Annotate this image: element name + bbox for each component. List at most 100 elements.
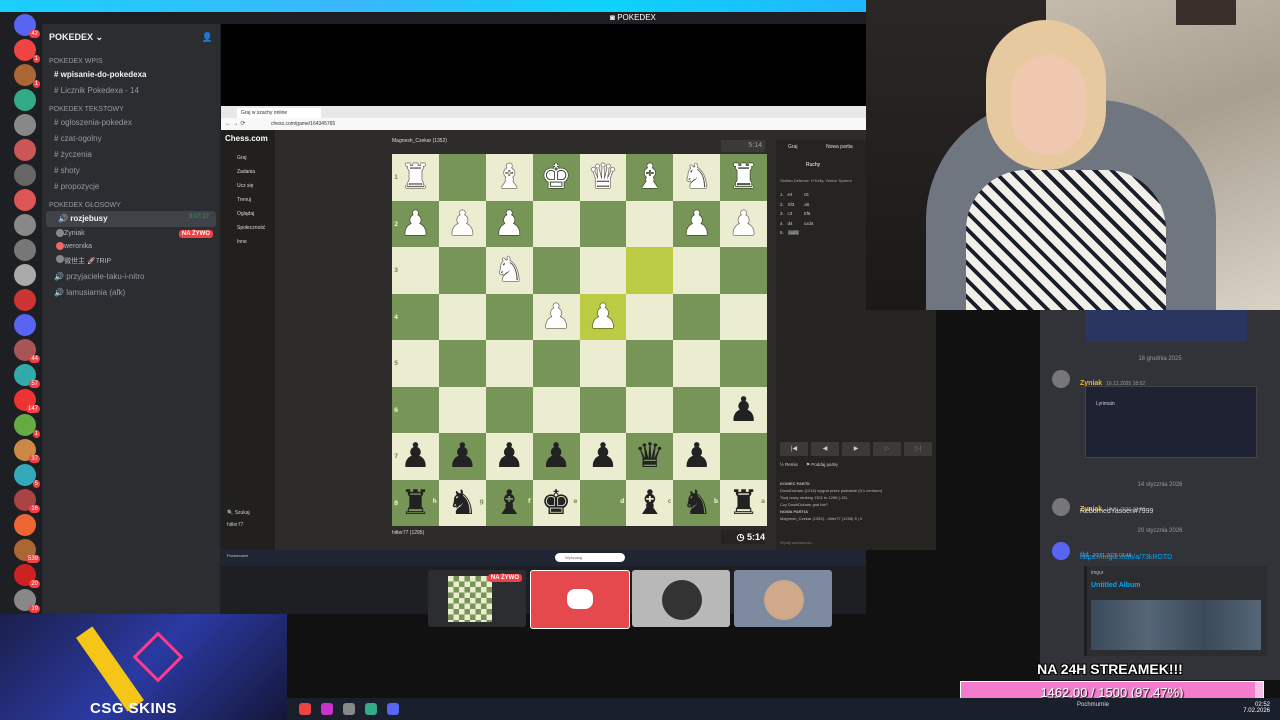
board-square[interactable]	[579, 200, 627, 247]
white-pawn-icon[interactable]: ♟	[541, 297, 571, 337]
channel-zyczenia[interactable]: # życzenia	[42, 147, 220, 163]
board-square[interactable]	[673, 293, 721, 340]
next-move-button[interactable]: ▶	[842, 442, 870, 456]
server-icon[interactable]: 44	[14, 339, 40, 363]
discord-taskbar-icon[interactable]	[387, 703, 399, 715]
black-pawn-icon[interactable]: ♟	[400, 436, 430, 476]
white-bishop-icon[interactable]: ♝	[635, 157, 665, 197]
nav-play[interactable]: Graj	[221, 150, 275, 164]
category-wpis[interactable]: POKEDEX Wpis	[42, 51, 220, 67]
board-square[interactable]: ♟	[720, 386, 767, 433]
server-icon[interactable]: 57	[14, 364, 40, 388]
board-square[interactable]	[579, 340, 627, 387]
white-rook-icon[interactable]: ♜	[728, 157, 758, 197]
server-icon[interactable]	[14, 89, 36, 111]
move-row[interactable]: 2. Sf3 a6	[780, 200, 880, 210]
board-square[interactable]	[720, 433, 767, 480]
settings-icon[interactable]	[343, 703, 355, 715]
tile-discord[interactable]	[530, 570, 630, 629]
server-icon[interactable]: 1	[14, 39, 40, 63]
channel-wpisanie[interactable]: # wpisanie-do-pokedexa	[42, 67, 220, 83]
weather-widget[interactable]: Pochmurnie	[1077, 702, 1109, 708]
board-square[interactable]: ♟	[579, 293, 627, 340]
board-square[interactable]: ♜	[720, 154, 767, 201]
board-square[interactable]: ♜ 8 h	[392, 479, 439, 526]
board-square[interactable]: ♟	[532, 293, 580, 340]
board-square[interactable]: ♞	[485, 247, 533, 294]
server-icon[interactable]: 147	[14, 389, 40, 413]
nav-social[interactable]: Społeczność	[221, 220, 275, 234]
server-icon[interactable]	[14, 239, 36, 261]
server-icon[interactable]	[14, 114, 36, 136]
server-icon[interactable]: 19	[14, 589, 40, 613]
board-square[interactable]: ♞ b	[673, 479, 721, 526]
board-square[interactable]: ♟	[532, 433, 580, 480]
board-square[interactable]	[626, 386, 674, 433]
black-knight-icon[interactable]: ♞	[447, 483, 477, 523]
server-icon[interactable]: 5	[14, 464, 40, 488]
embed-attachment[interactable]: Lyrimain	[1085, 386, 1257, 458]
channel-propozycje[interactable]: # propozycje	[42, 179, 220, 195]
weather-widget[interactable]: Pochmurnie	[227, 553, 248, 558]
board-square[interactable]: ♜ a	[720, 479, 767, 526]
board-square[interactable]: ♞ g	[438, 479, 486, 526]
black-pawn-icon[interactable]: ♟	[681, 436, 711, 476]
nav-puzzles[interactable]: Zadania	[221, 164, 275, 178]
back-icon[interactable]: ← → ⟳	[225, 120, 245, 127]
last-move-button[interactable]: ▷	[873, 442, 901, 456]
white-pawn-icon[interactable]: ♟	[494, 204, 524, 244]
move-row[interactable]: 5. cxd4	[780, 228, 880, 238]
board-square[interactable]	[485, 386, 533, 433]
board-square[interactable]: 4	[392, 293, 439, 340]
black-rook-icon[interactable]: ♜	[728, 483, 758, 523]
board-square[interactable]: ♟	[673, 433, 721, 480]
image-attachment[interactable]	[1085, 310, 1247, 342]
channel-czat-ogolny[interactable]: # czat-ogolny	[42, 131, 220, 147]
chrome-icon[interactable]	[365, 703, 377, 715]
black-knight-icon[interactable]: ♞	[681, 483, 711, 523]
move-row[interactable]: 3. c3 Sf6	[780, 209, 880, 219]
tile-chess-screen[interactable]: NA ŻYWO	[428, 570, 526, 627]
black-pawn-icon[interactable]: ♟	[494, 436, 524, 476]
board-square[interactable]: ♟ 2	[392, 200, 439, 247]
board-square[interactable]	[438, 247, 486, 294]
nav-learn[interactable]: Ucz się	[221, 178, 275, 192]
server-icon[interactable]: 16	[14, 489, 40, 513]
board-square[interactable]: ♛	[579, 154, 627, 201]
white-pawn-icon[interactable]: ♟	[447, 204, 477, 244]
server-icon[interactable]	[14, 314, 36, 336]
chess-logo[interactable]: Chess.com	[225, 134, 268, 143]
board-square[interactable]	[532, 340, 580, 387]
tile-person[interactable]	[734, 570, 832, 627]
board-square[interactable]: ♟	[485, 200, 533, 247]
voice-user[interactable]: Zyniak NA ŻYWO	[42, 227, 220, 240]
board-square[interactable]: ♟	[485, 433, 533, 480]
address-bar[interactable]: ← → ⟳ chess.com/game/164345765	[221, 118, 866, 130]
black-bishop-icon[interactable]: ♝	[635, 483, 665, 523]
board-square[interactable]	[438, 293, 486, 340]
embed-title[interactable]: Untitled Album	[1091, 582, 1141, 589]
board-square[interactable]: 3	[392, 247, 439, 294]
board-square[interactable]: d	[579, 479, 627, 526]
add-member-icon[interactable]: 👤	[202, 32, 213, 43]
voice-channel-rozjebusy[interactable]: 🔊 rozjebusy 3:07:17	[46, 211, 216, 227]
nav-profile[interactable]: hitler77	[227, 522, 243, 528]
board-square[interactable]: ♛	[626, 433, 674, 480]
move-row[interactable]: 4. d4 cxd4	[780, 219, 880, 229]
board-square[interactable]: ♟	[673, 200, 721, 247]
white-pawn-icon[interactable]: ♟	[681, 204, 711, 244]
server-name[interactable]: POKEDEX ⌄ 👤	[42, 24, 220, 51]
board-square[interactable]	[626, 247, 674, 294]
nav-watch[interactable]: Oglądaj	[221, 206, 275, 220]
white-bishop-icon[interactable]: ♝	[494, 157, 524, 197]
category-glosowy[interactable]: POKEDEX GŁOSOWY	[42, 195, 220, 211]
system-clock[interactable]: 02:52 7.02.2026	[1243, 702, 1270, 714]
server-icon[interactable]	[14, 164, 36, 186]
board-square[interactable]	[485, 293, 533, 340]
server-icon[interactable]	[14, 289, 36, 311]
board-square[interactable]: ♟	[720, 200, 767, 247]
board-square[interactable]: ♝ c	[626, 479, 674, 526]
white-queen-icon[interactable]: ♛	[588, 157, 618, 197]
server-icon[interactable]	[14, 189, 36, 211]
voice-channel-przyjaciele[interactable]: 🔊 przyjaciele-taku-i-nitro	[42, 269, 220, 285]
